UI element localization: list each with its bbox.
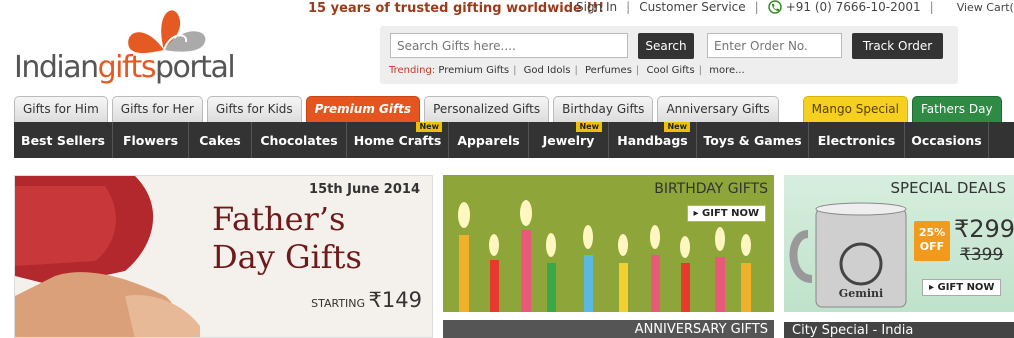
deal-old-price: ₹399 xyxy=(960,245,1004,265)
divider: | xyxy=(754,0,759,14)
search-button[interactable]: Search xyxy=(638,33,694,59)
view-cart-link[interactable]: View Cart(1) xyxy=(957,1,1014,14)
top-links: Sign In | Customer Service | +91 (0) 766… xyxy=(576,0,1014,14)
divider: | xyxy=(626,0,631,14)
nav-flowers[interactable]: Flowers xyxy=(113,122,189,158)
new-badge: New xyxy=(576,122,602,132)
nav-home-crafts[interactable]: Home Crafts New xyxy=(347,122,449,158)
tab-premium-gifts[interactable]: Premium Gifts xyxy=(305,96,421,122)
phone-icon xyxy=(767,0,782,14)
divider: | xyxy=(929,0,934,14)
tab-mango-special[interactable]: Mango Special xyxy=(802,96,908,122)
trending-link[interactable]: Cool Gifts xyxy=(646,65,694,76)
fathers-day-banner[interactable]: 15th June 2014 Father’s Day Gifts STARTI… xyxy=(14,175,433,338)
tab-gifts-for-her[interactable]: Gifts for Her xyxy=(111,96,203,122)
track-order-button[interactable]: Track Order xyxy=(852,33,943,59)
special-deals-banner[interactable]: SPECIAL DEALS Gemini 25% OFF ₹299 ₹399 ▸… xyxy=(784,175,1014,312)
birthday-gifts-banner[interactable]: BIRTHDAY GIFTS ▸ GIFT NOW xyxy=(443,175,774,312)
nav-best-sellers[interactable]: Best Sellers xyxy=(14,122,113,158)
banner-date: 15th June 2014 xyxy=(309,182,420,197)
banner-title: Father’s Day Gifts xyxy=(212,200,362,276)
tab-gifts-for-kids[interactable]: Gifts for Kids xyxy=(206,96,302,122)
trending-link[interactable]: Premium Gifts xyxy=(438,65,509,76)
anniversary-banner-title: ANNIVERSARY GIFTS xyxy=(634,322,768,337)
deals-gift-now-button[interactable]: ▸ GIFT NOW xyxy=(922,279,1002,296)
main-nav: Best Sellers Flowers Cakes Chocolates Ho… xyxy=(14,122,1014,158)
nav-electronics[interactable]: Electronics xyxy=(809,122,905,158)
gift-bow-icon xyxy=(128,10,206,54)
new-badge: New xyxy=(664,122,690,132)
trending-links: Trending: Premium Gifts | God Idols | Perf… xyxy=(389,65,745,76)
new-badge: New xyxy=(416,122,442,132)
deal-price: ₹299 xyxy=(954,215,1014,243)
customer-service-link[interactable]: Customer Service xyxy=(639,0,745,14)
trending-link[interactable]: Perfumes xyxy=(585,65,632,76)
category-tabs: Gifts for Him Gifts for Her Gifts for Ki… xyxy=(14,96,1002,122)
search-input[interactable] xyxy=(390,33,628,58)
discount-badge: 25% OFF xyxy=(914,221,950,261)
sign-in-link[interactable]: Sign In xyxy=(576,0,617,14)
nav-chocolates[interactable]: Chocolates xyxy=(252,122,347,158)
mug-text: Gemini xyxy=(839,287,883,300)
order-number-input[interactable] xyxy=(707,33,842,58)
logo-wordmark: Indiangiftsportal xyxy=(14,50,236,85)
site-logo[interactable]: Indiangiftsportal xyxy=(14,2,274,92)
nav-jewelry[interactable]: Jewelry New xyxy=(529,122,609,158)
tab-birthday-gifts[interactable]: Birthday Gifts xyxy=(553,96,654,122)
city-special-banner[interactable]: City Special - India xyxy=(784,322,1014,338)
trending-label: Trending: xyxy=(389,65,436,76)
search-panel: Search Track Order Trending: Premium Gif… xyxy=(380,26,958,84)
gemini-mug-image: Gemini xyxy=(789,202,907,308)
trending-more-link[interactable]: more... xyxy=(709,65,744,76)
tab-gifts-for-him[interactable]: Gifts for Him xyxy=(14,96,108,122)
anniversary-gifts-banner[interactable]: ANNIVERSARY GIFTS xyxy=(443,320,774,338)
tab-fathers-day[interactable]: Fathers Day xyxy=(912,96,1002,122)
tagline: 15 years of trusted gifting worldwide !!… xyxy=(308,1,605,16)
tab-personalized-gifts[interactable]: Personalized Gifts xyxy=(424,96,550,122)
city-special-title: City Special - India xyxy=(792,323,914,338)
birthday-gift-now-button[interactable]: ▸ GIFT NOW xyxy=(686,205,766,222)
phone-number: +91 (0) 7666-10-2001 xyxy=(785,0,921,14)
nav-cakes[interactable]: Cakes xyxy=(189,122,252,158)
tab-anniversary-gifts[interactable]: Anniversary Gifts xyxy=(657,96,779,122)
nav-toys-games[interactable]: Toys & Games xyxy=(697,122,809,158)
nav-apparels[interactable]: Apparels xyxy=(449,122,529,158)
nav-occasions[interactable]: Occasions xyxy=(905,122,989,158)
trending-link[interactable]: God Idols xyxy=(524,65,571,76)
nav-handbags[interactable]: Handbags New xyxy=(609,122,697,158)
banner-starting-price: STARTING ₹149 xyxy=(311,288,422,312)
birthday-banner-title: BIRTHDAY GIFTS xyxy=(654,181,768,197)
